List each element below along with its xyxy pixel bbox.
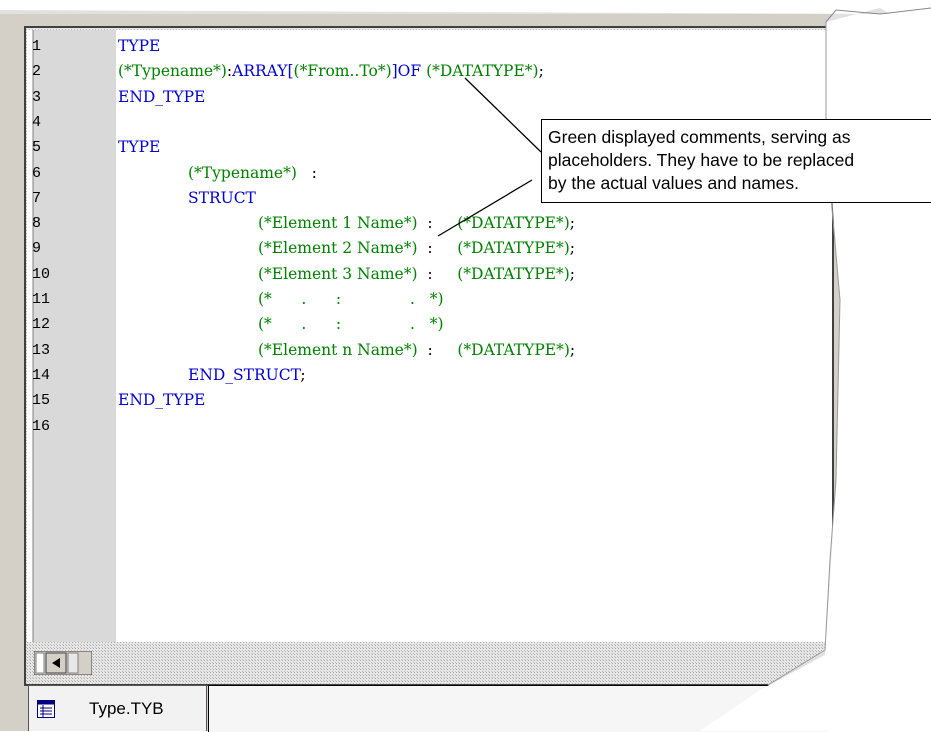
comment-token: (*Element 3 Name*) xyxy=(258,264,418,283)
comment-token: (*DATATYPE*) xyxy=(457,264,570,283)
line-number: 9 xyxy=(32,240,42,258)
code-text: (*Element n Name*) : (*DATATYPE*); xyxy=(258,338,575,363)
punctuation-token: ; xyxy=(569,264,575,283)
code-text: (* . : . *) xyxy=(258,312,444,337)
keyword-token: STRUCT xyxy=(188,188,256,207)
code-text: TYPE xyxy=(118,135,160,160)
callout-line: Green displayed comments, serving as xyxy=(548,127,851,147)
callout-line: placeholders. They have to be replaced xyxy=(548,150,855,170)
line-number: 14 xyxy=(32,366,51,384)
punctuation-token: : xyxy=(417,340,458,359)
line-number: 6 xyxy=(32,164,42,182)
comment-token: (*DATATYPE*) xyxy=(426,62,539,81)
code-text: (*Element 1 Name*) : (*DATATYPE*); xyxy=(258,211,575,236)
tab-strip xyxy=(208,685,829,732)
line-number: 2 xyxy=(32,63,42,81)
code-text: (* . : . *) xyxy=(258,287,444,312)
keyword-token: ]OF xyxy=(391,62,427,81)
line-number: 7 xyxy=(32,189,42,207)
line-number: 16 xyxy=(32,417,51,435)
punctuation-token: ; xyxy=(569,239,575,258)
keyword-token: END_STRUCT xyxy=(188,365,301,384)
punctuation-token: : xyxy=(296,163,317,182)
keyword-token: END_TYPE xyxy=(118,87,206,106)
comment-token: (*Element n Name*) xyxy=(258,340,418,359)
line-number: 10 xyxy=(32,265,51,283)
tab-type-tyb[interactable]: Type.TYB xyxy=(28,685,207,731)
document-list-icon xyxy=(37,700,55,718)
annotation-callout: Green displayed comments, serving as pla… xyxy=(541,119,931,203)
line-number: 8 xyxy=(32,215,42,233)
comment-token: (*From..To*) xyxy=(293,62,392,81)
tab-label: Type.TYB xyxy=(89,699,164,718)
punctuation-token: ; xyxy=(569,340,576,359)
line-number: 15 xyxy=(32,392,51,410)
line-number: 1 xyxy=(32,38,42,55)
punctuation-token: ; xyxy=(569,214,575,233)
scroll-left-button[interactable] xyxy=(34,651,92,675)
punctuation-token: ; xyxy=(538,62,544,81)
keyword-token: ARRAY[ xyxy=(232,62,294,81)
keyword-token: END_TYPE xyxy=(118,391,206,410)
line-number: 12 xyxy=(32,316,51,334)
code-text: STRUCT xyxy=(188,186,256,211)
code-text: END_TYPE xyxy=(118,388,205,413)
punctuation-token: : xyxy=(417,239,458,258)
punctuation-token: : xyxy=(417,214,458,233)
code-text: (*Element 2 Name*) : (*DATATYPE*); xyxy=(258,236,575,261)
comment-token: (*DATATYPE*) xyxy=(457,239,570,258)
keyword-token: TYPE xyxy=(118,37,161,55)
comment-token: (*Typename*) xyxy=(118,62,227,81)
code-text: END_TYPE xyxy=(118,85,205,110)
line-number: 5 xyxy=(32,139,42,157)
punctuation-token: : xyxy=(417,264,458,283)
comment-token: (*DATATYPE*) xyxy=(457,340,570,359)
editor-window: 1 TYPE 2 (*Typename*):ARRAY[(*From..To*)]OF… xyxy=(0,0,931,732)
code-text: (*Typename*) : xyxy=(188,161,317,186)
callout-line: by the actual values and names. xyxy=(548,173,799,193)
window-frame xyxy=(0,7,931,731)
line-number: 3 xyxy=(32,88,42,106)
line-number: 4 xyxy=(32,113,42,131)
line-number: 13 xyxy=(32,341,51,359)
comment-token: (*DATATYPE*) xyxy=(457,214,570,233)
punctuation-token: ; xyxy=(300,365,306,384)
comment-token: (*Typename*) xyxy=(188,163,297,182)
code-text: TYPE xyxy=(118,34,160,59)
comment-token: (*Element 2 Name*) xyxy=(258,239,418,258)
code-text: (*Element 3 Name*) : (*DATATYPE*); xyxy=(258,262,575,287)
code-text: (*Typename*):ARRAY[(*From..To*)]OF (*DAT… xyxy=(118,59,544,84)
comment-token: (* . : . *) xyxy=(258,315,444,334)
comment-token: (*Element 1 Name*) xyxy=(258,214,418,233)
keyword-token: TYPE xyxy=(118,138,161,157)
comment-token: (* . : . *) xyxy=(258,290,444,308)
code-text: END_STRUCT; xyxy=(188,363,306,388)
line-number: 11 xyxy=(32,291,51,308)
